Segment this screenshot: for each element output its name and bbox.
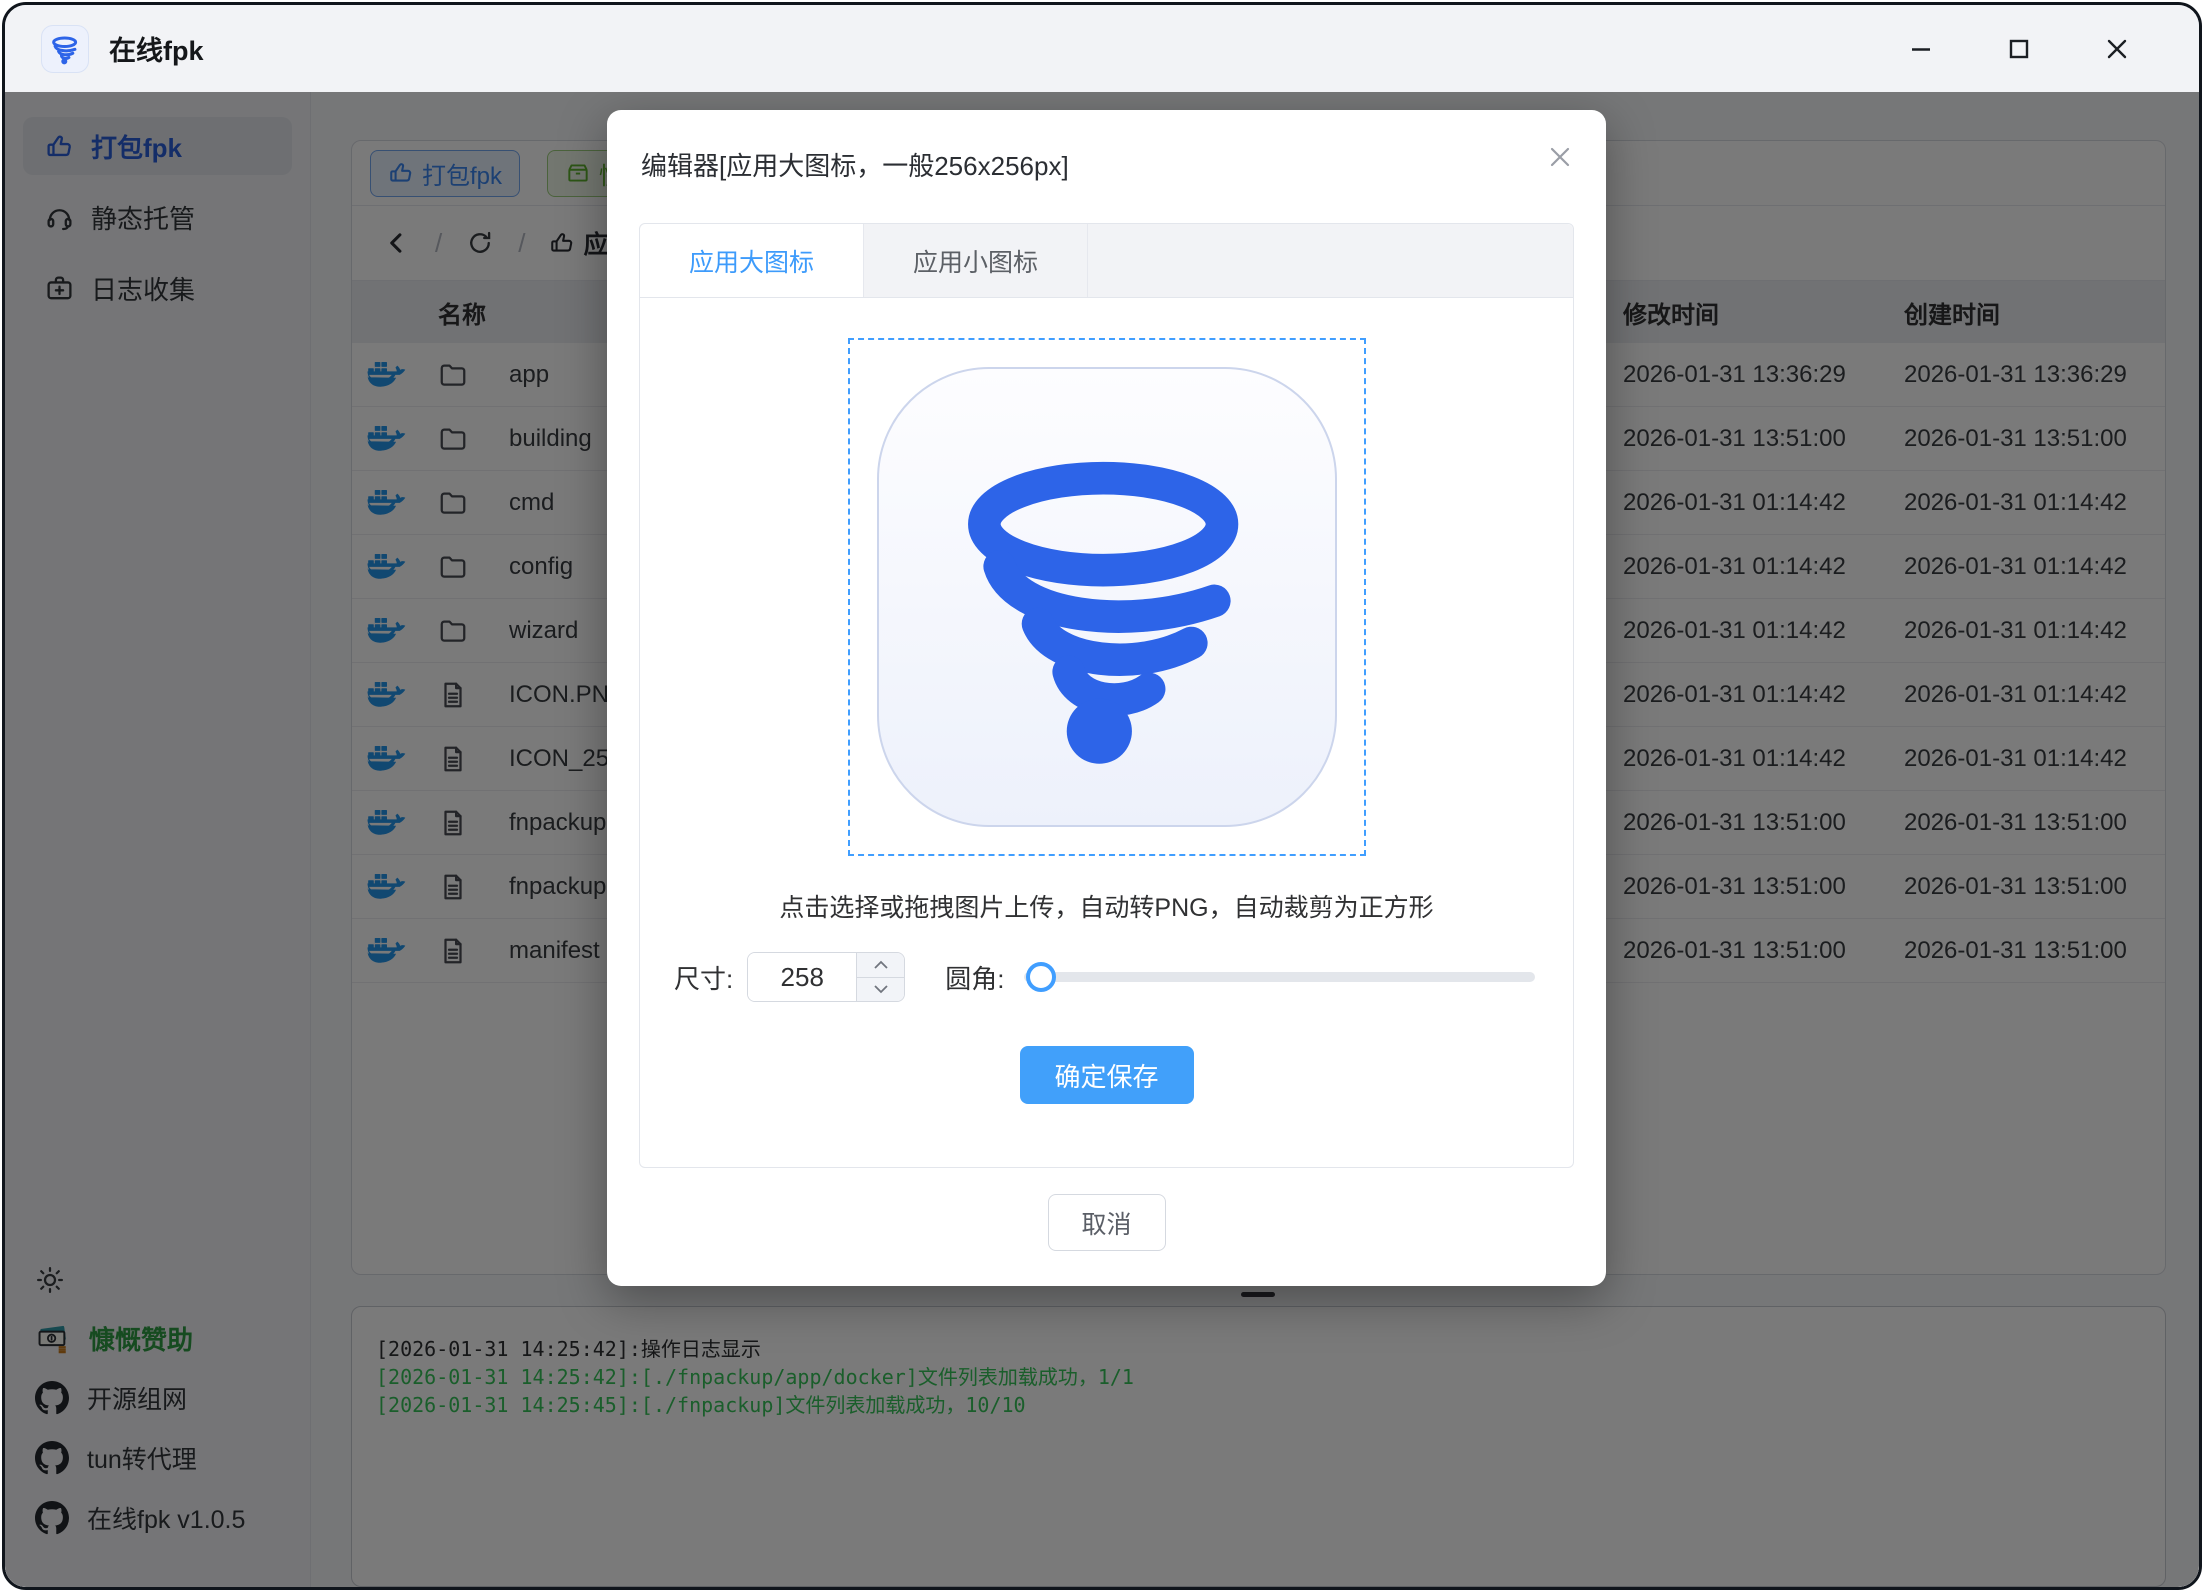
close-icon bbox=[1545, 142, 1575, 172]
app-title: 在线fpk bbox=[109, 29, 204, 68]
maximize-button[interactable] bbox=[2003, 33, 2035, 65]
cancel-button[interactable]: 取消 bbox=[1048, 1194, 1166, 1251]
corner-radius-slider[interactable] bbox=[1024, 972, 1535, 982]
modal-close-button[interactable] bbox=[1542, 140, 1578, 176]
upload-hint: 点击选择或拖拽图片上传，自动转PNG，自动裁剪为正方形 bbox=[640, 888, 1573, 924]
stepper-buttons bbox=[856, 953, 904, 1001]
app-logo bbox=[41, 25, 89, 73]
radius-label: 圆角: bbox=[945, 959, 1004, 996]
icon-upload-dropzone[interactable] bbox=[848, 338, 1366, 856]
icon-controls: 尺寸: 圆角: bbox=[640, 952, 1573, 1002]
size-stepper bbox=[747, 952, 905, 1002]
tornado-icon bbox=[48, 32, 82, 66]
window-controls bbox=[1905, 33, 2159, 65]
modal-title: 编辑器[应用大图标，一般256x256px] bbox=[641, 146, 1069, 183]
save-row: 确定保存 bbox=[640, 1046, 1573, 1104]
decrement-button[interactable] bbox=[857, 978, 904, 1002]
maximize-icon bbox=[2006, 36, 2032, 62]
tab-small-icon[interactable]: 应用小图标 bbox=[864, 224, 1088, 297]
size-input[interactable] bbox=[748, 953, 856, 1001]
close-button[interactable] bbox=[2101, 33, 2133, 65]
icon-preview bbox=[877, 367, 1337, 827]
tab-bar: 应用大图标 应用小图标 bbox=[640, 224, 1573, 298]
minimize-icon bbox=[1908, 36, 1934, 62]
screen: 在线fpk 打包fpk bbox=[0, 0, 2204, 1592]
slider-knob[interactable] bbox=[1026, 962, 1056, 992]
chevron-up-icon bbox=[873, 960, 889, 970]
app-body: 打包fpk 静态托管 日志收集 bbox=[5, 92, 2199, 1590]
chevron-down-icon bbox=[873, 984, 889, 994]
increment-button[interactable] bbox=[857, 953, 904, 978]
cancel-row: 取消 bbox=[607, 1194, 1606, 1251]
icon-editor-modal: 编辑器[应用大图标，一般256x256px] 应用大图标 应用小图标 bbox=[607, 110, 1606, 1286]
app-window: 在线fpk 打包fpk bbox=[2, 2, 2202, 1590]
icon-editor-tab-panel: 应用大图标 应用小图标 点击选择或拖拽图片上传，自动转PNG，自动裁剪为正方形 … bbox=[639, 223, 1574, 1168]
minimize-button[interactable] bbox=[1905, 33, 1937, 65]
confirm-save-button[interactable]: 确定保存 bbox=[1020, 1046, 1194, 1104]
close-icon bbox=[2104, 36, 2130, 62]
tab-large-icon[interactable]: 应用大图标 bbox=[640, 224, 864, 297]
tornado-icon bbox=[923, 413, 1291, 781]
titlebar: 在线fpk bbox=[5, 5, 2199, 92]
size-label: 尺寸: bbox=[674, 959, 733, 996]
